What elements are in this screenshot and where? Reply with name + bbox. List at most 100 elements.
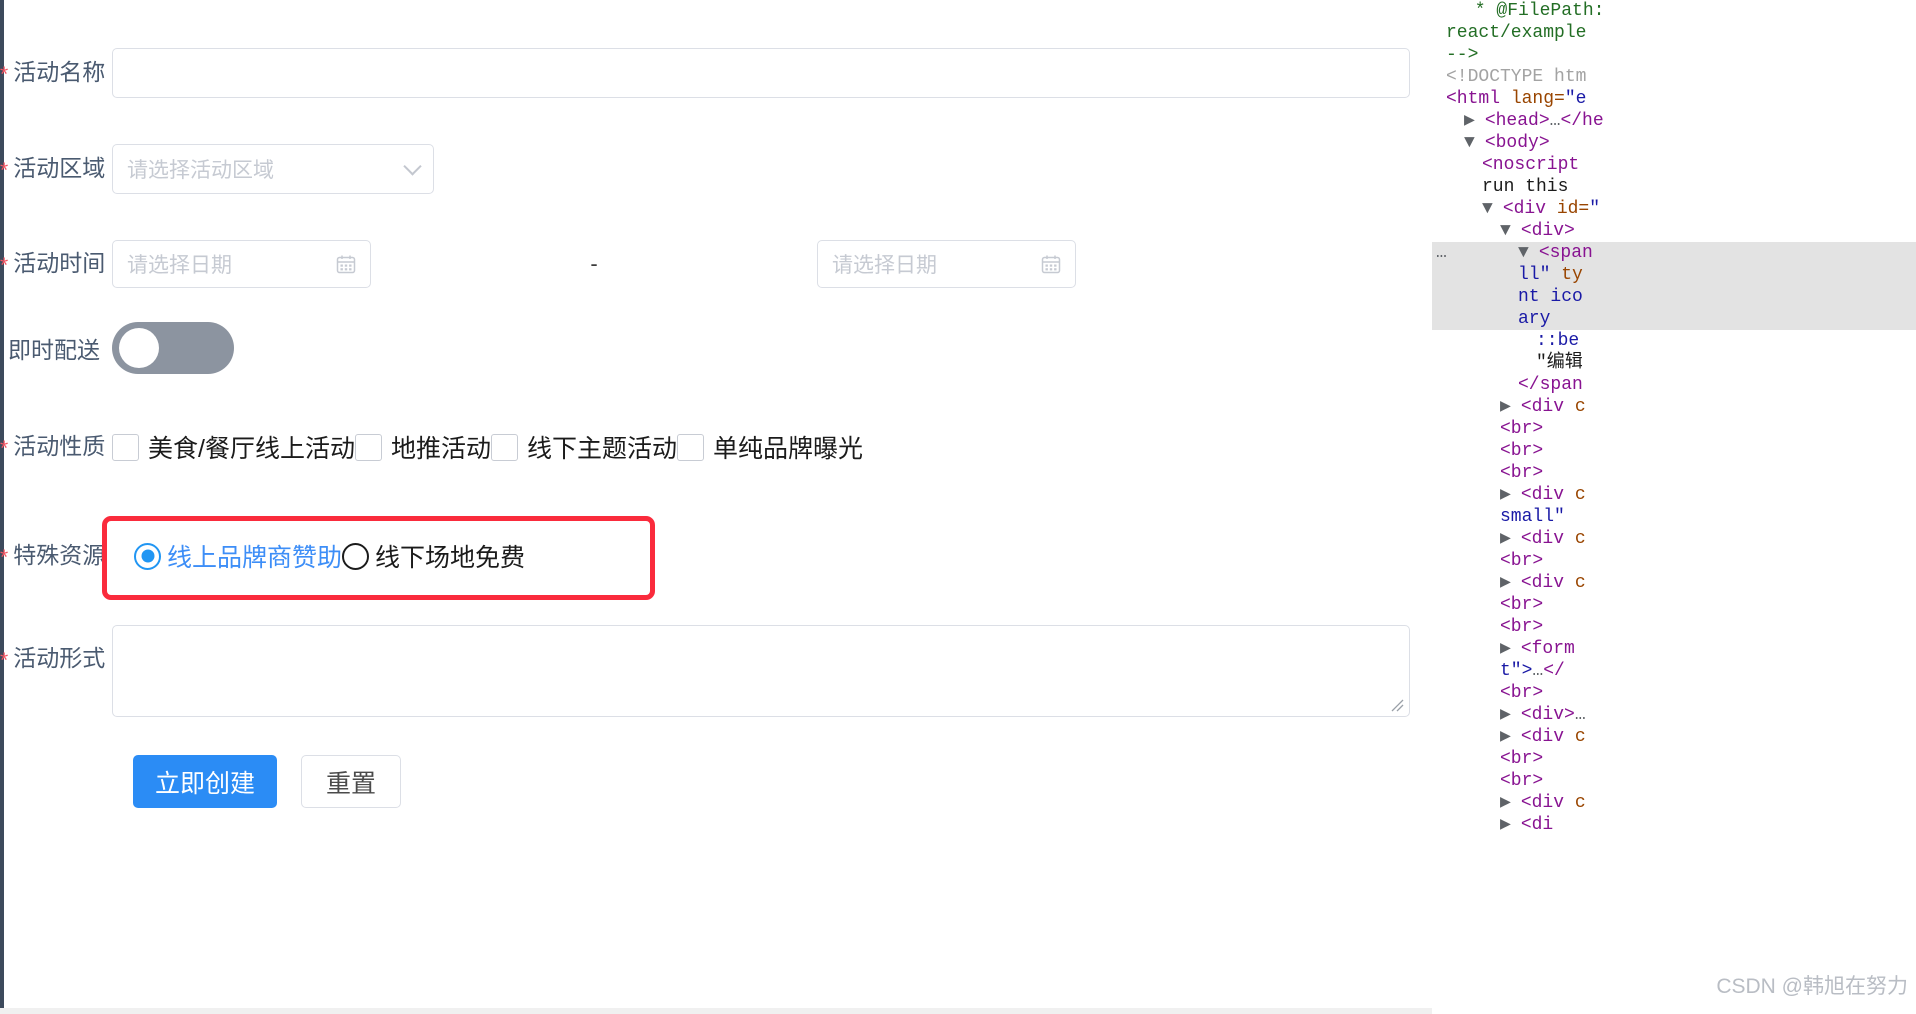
devtools-line[interactable]: ▶ <div c: [1432, 484, 1916, 506]
devtools-line[interactable]: small": [1432, 506, 1916, 528]
chevron-down-icon: [403, 157, 422, 176]
checkbox-item-2[interactable]: 线下主题活动: [490, 429, 677, 465]
devtools-line[interactable]: ▶ <di: [1432, 814, 1916, 836]
devtools-line[interactable]: <br>: [1432, 770, 1916, 792]
disclosure-triangle-icon[interactable]: ▶: [1500, 726, 1511, 748]
devtools-line[interactable]: ll" ty: [1432, 264, 1916, 286]
devtools-line[interactable]: <br>: [1432, 418, 1916, 440]
devtools-line[interactable]: ▶ <div c: [1432, 572, 1916, 594]
disclosure-triangle-icon[interactable]: ▶: [1500, 484, 1511, 506]
devtools-line[interactable]: "编辑: [1432, 352, 1916, 374]
activity-time-start-input[interactable]: 请选择日期: [112, 240, 371, 288]
devtools-line[interactable]: * @FilePath:: [1432, 0, 1916, 22]
resize-grip-icon[interactable]: [1389, 697, 1405, 713]
radio-label: 线下场地免费: [375, 544, 526, 572]
checkbox-label: 线下主题活动: [526, 435, 677, 463]
activity-name-input[interactable]: [112, 48, 1410, 98]
checkbox-icon[interactable]: [676, 433, 704, 461]
submit-button[interactable]: 立即创建: [133, 755, 277, 808]
devtools-line[interactable]: react/example: [1432, 22, 1916, 44]
radio-item-0[interactable]: 线上品牌商赞助: [134, 538, 342, 574]
form-row-activity-time: * 活动时间 请选择日期 - 请选择日期: [0, 240, 1076, 288]
devtools-line[interactable]: nt ico: [1432, 286, 1916, 308]
disclosure-triangle-icon[interactable]: ▼: [1464, 132, 1475, 154]
devtools-line[interactable]: ::be: [1432, 330, 1916, 352]
checkbox-icon[interactable]: [112, 433, 139, 461]
devtools-line[interactable]: ▼ <body>: [1432, 132, 1916, 154]
field-instant-delivery: [112, 322, 234, 379]
disclosure-triangle-icon[interactable]: ▼: [1518, 242, 1529, 264]
devtools-line[interactable]: ▶ <div c: [1432, 528, 1916, 550]
required-star: *: [0, 62, 9, 86]
disclosure-triangle-icon[interactable]: ▶: [1464, 110, 1475, 132]
activity-zone-select[interactable]: 请选择活动区域: [112, 144, 434, 194]
devtools-line[interactable]: </span: [1432, 374, 1916, 396]
devtools-line[interactable]: <br>: [1432, 550, 1916, 572]
devtools-line[interactable]: -->: [1432, 44, 1916, 66]
disclosure-triangle-icon[interactable]: ▼: [1482, 198, 1493, 220]
toggle-knob: [119, 328, 159, 368]
disclosure-triangle-icon[interactable]: ▼: [1500, 220, 1511, 242]
checkbox-icon[interactable]: [354, 433, 382, 461]
devtools-line[interactable]: ▼ <div>: [1432, 220, 1916, 242]
checkbox-item-3[interactable]: 单纯品牌曝光: [676, 429, 863, 465]
checkbox-label: 地推活动: [390, 435, 491, 463]
instant-delivery-toggle[interactable]: [112, 322, 234, 374]
disclosure-triangle-icon[interactable]: ▶: [1500, 814, 1511, 836]
devtools-line[interactable]: ▶ <form: [1432, 638, 1916, 660]
form-actions: 立即创建 重置: [133, 755, 401, 808]
label-activity-name: * 活动名称: [0, 58, 106, 86]
form-row-activity-nature: * 活动性质 美食/餐厅线上活动 地推活动 线下主题活动 单纯品牌曝光: [0, 429, 863, 465]
field-activity-name: [112, 48, 1410, 98]
special-resource-radio-group: 线上品牌商赞助 线下场地免费: [134, 538, 525, 574]
devtools-line[interactable]: <br>: [1432, 748, 1916, 770]
required-star: *: [0, 545, 9, 569]
checkbox-item-0[interactable]: 美食/餐厅线上活动: [112, 429, 355, 465]
radio-icon[interactable]: [342, 542, 370, 570]
devtools-line[interactable]: ▶ <head>…</he: [1432, 110, 1916, 132]
calendar-icon: [335, 253, 357, 275]
page-bottom-strip: [0, 1008, 1432, 1014]
radio-icon-selected[interactable]: [134, 542, 161, 570]
form-row-activity-zone: * 活动区域 请选择活动区域: [0, 144, 434, 194]
form-row-activity-name: * 活动名称: [0, 48, 1410, 98]
devtools-line[interactable]: <br>: [1432, 682, 1916, 704]
form-row-instant-delivery: 即时配送: [0, 322, 234, 379]
devtools-line[interactable]: ▶ <div c: [1432, 792, 1916, 814]
disclosure-triangle-icon[interactable]: ▶: [1500, 638, 1511, 660]
checkbox-icon[interactable]: [490, 433, 518, 461]
required-star: *: [0, 253, 9, 277]
devtools-line[interactable]: ▶ <div c: [1432, 396, 1916, 418]
activity-time-end-input[interactable]: 请选择日期: [817, 240, 1076, 288]
disclosure-triangle-icon[interactable]: ▶: [1500, 396, 1511, 418]
checkbox-item-1[interactable]: 地推活动: [354, 429, 491, 465]
devtools-dom-tree[interactable]: * @FilePath: react/example --> <!DOCTYPE ht…: [1432, 0, 1916, 836]
field-activity-time-start: 请选择日期: [112, 240, 371, 288]
reset-button[interactable]: 重置: [301, 755, 401, 808]
devtools-line[interactable]: run this: [1432, 176, 1916, 198]
devtools-line[interactable]: <noscript: [1432, 154, 1916, 176]
field-activity-zone: 请选择活动区域: [112, 144, 434, 194]
devtools-line[interactable]: ary: [1432, 308, 1916, 330]
page-root: * 活动名称 * 活动区域 请选择活动区域 * 活动时间 请选择日期 - 请选择…: [0, 0, 1916, 1014]
devtools-line[interactable]: <html lang="e: [1432, 88, 1916, 110]
devtools-line[interactable]: <br>: [1432, 616, 1916, 638]
devtools-line[interactable]: ▶ <div>…: [1432, 704, 1916, 726]
devtools-line[interactable]: ▼ <div id=": [1432, 198, 1916, 220]
checkbox-label: 美食/餐厅线上活动: [148, 435, 355, 463]
disclosure-triangle-icon[interactable]: ▶: [1500, 704, 1511, 726]
disclosure-triangle-icon[interactable]: ▶: [1500, 528, 1511, 550]
devtools-line[interactable]: ▶ <div c: [1432, 726, 1916, 748]
devtools-line[interactable]: t">…</: [1432, 660, 1916, 682]
radio-label: 线上品牌商赞助: [167, 544, 343, 572]
disclosure-triangle-icon[interactable]: ▶: [1500, 572, 1511, 594]
devtools-line[interactable]: … ▼ <span: [1432, 242, 1916, 264]
activity-form-textarea[interactable]: [112, 625, 1410, 717]
disclosure-triangle-icon[interactable]: ▶: [1500, 792, 1511, 814]
devtools-line[interactable]: <br>: [1432, 462, 1916, 484]
devtools-elements-panel[interactable]: * @FilePath: react/example --> <!DOCTYPE ht…: [1432, 0, 1916, 1014]
devtools-line[interactable]: <!DOCTYPE htm: [1432, 66, 1916, 88]
radio-item-1[interactable]: 线下场地免费: [342, 538, 525, 574]
devtools-line[interactable]: <br>: [1432, 440, 1916, 462]
devtools-line[interactable]: <br>: [1432, 594, 1916, 616]
